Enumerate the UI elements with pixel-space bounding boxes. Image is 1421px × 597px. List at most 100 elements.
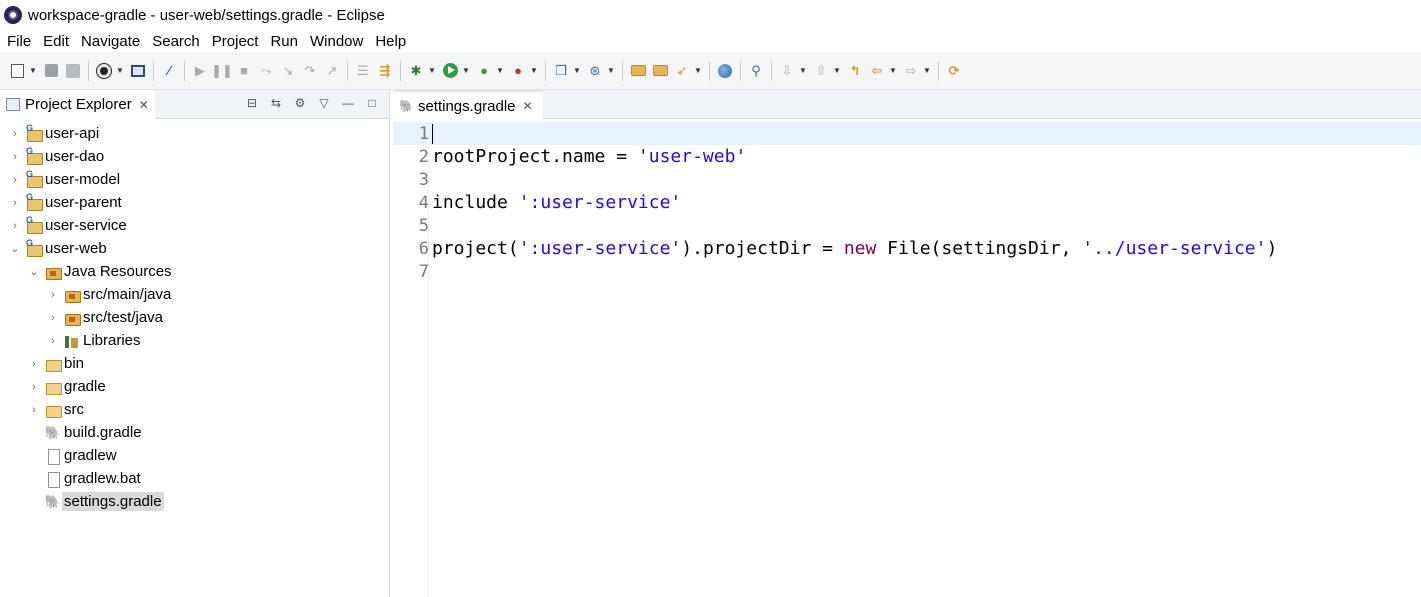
new-file-icon[interactable] (8, 62, 26, 80)
menu-file[interactable]: File (2, 33, 36, 50)
tree-item-bin[interactable]: › bin (27, 352, 84, 375)
account-icon[interactable] (95, 62, 113, 80)
expand-chevron-icon[interactable]: › (46, 334, 60, 348)
code-line[interactable]: 3 (393, 168, 1421, 191)
new-dropdown-chevron-icon[interactable]: ▼ (28, 62, 38, 80)
expand-chevron-icon[interactable]: › (27, 403, 41, 417)
next-annotation-dropdown-chevron-icon[interactable]: ▼ (798, 62, 808, 80)
tree-item-java-resources[interactable]: ⌄ Java Resources (27, 260, 171, 283)
terminal-icon[interactable] (129, 62, 147, 80)
forward-icon[interactable]: ⇨ (902, 62, 920, 80)
filter-icon[interactable]: ⚙ (293, 96, 307, 110)
pin-editor-icon[interactable]: ⟳ (945, 62, 963, 80)
tree-item-src[interactable]: › src (27, 398, 84, 421)
terminate-icon[interactable]: ■ (235, 62, 253, 80)
tree-item-gradle[interactable]: › gradle (27, 375, 106, 398)
quick-launch-icon[interactable]: ➶ (673, 62, 691, 80)
previous-annotation-dropdown-chevron-icon[interactable]: ▼ (832, 62, 842, 80)
back-dropdown-chevron-icon[interactable]: ▼ (888, 62, 898, 80)
expand-chevron-icon[interactable]: › (46, 311, 60, 325)
search-icon[interactable]: ⚲ (747, 62, 765, 80)
code-line[interactable]: 2 rootProject.name = 'user-web' (393, 145, 1421, 168)
step-into-icon[interactable]: ↘ (279, 62, 297, 80)
link-with-editor-icon[interactable]: ⇆ (269, 96, 283, 110)
minimize-icon[interactable]: — (341, 96, 355, 110)
tree-item-src-main-java[interactable]: › src/main/java (46, 283, 171, 306)
tree-item-user-api[interactable]: › user-api (8, 122, 99, 145)
debug-dropdown-chevron-icon[interactable]: ▼ (427, 62, 437, 80)
save-all-icon[interactable] (64, 62, 82, 80)
open-type-icon[interactable] (629, 62, 647, 80)
step-return-icon[interactable]: ↗ (323, 62, 341, 80)
web-browser-icon[interactable] (716, 62, 734, 80)
menu-run[interactable]: Run (265, 33, 303, 50)
code-editor[interactable]: 1 2 rootProject.name = 'user-web' 3 4 in… (393, 122, 1421, 597)
open-task-icon[interactable] (651, 62, 669, 80)
last-edit-location-icon[interactable]: ↰ (846, 62, 864, 80)
new-java-project-icon[interactable]: ❒ (552, 62, 570, 80)
collapse-chevron-icon[interactable]: ⌄ (8, 242, 22, 256)
back-icon[interactable]: ⇦ (868, 62, 886, 80)
tab-project-explorer[interactable]: Project Explorer ✕ (0, 90, 155, 119)
step-over-icon[interactable]: ↷ (301, 62, 319, 80)
expand-chevron-icon[interactable]: › (46, 288, 60, 302)
run-dropdown-chevron-icon[interactable]: ▼ (461, 62, 471, 80)
drop-to-frame-icon[interactable]: ⇶ (376, 62, 394, 80)
debug-icon[interactable]: ✱ (407, 62, 425, 80)
maximize-icon[interactable]: □ (365, 96, 379, 110)
menu-help[interactable]: Help (370, 33, 411, 50)
code-line[interactable]: 6 project(':user-service').projectDir = … (393, 237, 1421, 260)
resume-icon[interactable]: ▶ (191, 62, 209, 80)
tree-item-gradlew-bat[interactable]: gradlew.bat (27, 467, 141, 490)
tree-item-libraries[interactable]: › Libraries (46, 329, 140, 352)
tree-item-user-parent[interactable]: › user-parent (8, 191, 122, 214)
quick-launch-dropdown-chevron-icon[interactable]: ▼ (693, 62, 703, 80)
view-menu-chevron-icon[interactable]: ▽ (317, 96, 331, 110)
code-line[interactable]: 4 include ':user-service' (393, 191, 1421, 214)
next-annotation-icon[interactable]: ⇩ (778, 62, 796, 80)
tree-item-gradlew[interactable]: gradlew (27, 444, 117, 467)
run-icon[interactable] (441, 62, 459, 80)
menu-navigate[interactable]: Navigate (76, 33, 145, 50)
expand-chevron-icon[interactable]: › (8, 150, 22, 164)
menu-edit[interactable]: Edit (38, 33, 74, 50)
save-icon[interactable] (42, 62, 60, 80)
menu-search[interactable]: Search (147, 33, 205, 50)
previous-annotation-icon[interactable]: ⇧ (812, 62, 830, 80)
external-tools-dropdown-chevron-icon[interactable]: ▼ (529, 62, 539, 80)
menu-project[interactable]: Project (207, 33, 264, 50)
tab-settings-gradle[interactable]: 🐘 settings.gradle ✕ (393, 90, 543, 120)
use-step-filters-icon[interactable]: ☰ (354, 62, 372, 80)
new-java-project-dropdown-chevron-icon[interactable]: ▼ (572, 62, 582, 80)
tree-item-user-dao[interactable]: › user-dao (8, 145, 104, 168)
expand-chevron-icon[interactable]: › (27, 380, 41, 394)
expand-chevron-icon[interactable]: › (27, 357, 41, 371)
suspend-icon[interactable]: ❚❚ (211, 62, 233, 80)
code-line[interactable]: 7 (393, 260, 1421, 283)
disconnect-icon[interactable]: ⤳ (257, 62, 275, 80)
new-java-class-dropdown-chevron-icon[interactable]: ▼ (606, 62, 616, 80)
expand-chevron-icon[interactable]: › (8, 196, 22, 210)
tree-item-build-gradle[interactable]: 🐘 build.gradle (27, 421, 142, 444)
new-java-class-icon[interactable]: ⊛ (586, 62, 604, 80)
tree-item-src-test-java[interactable]: › src/test/java (46, 306, 163, 329)
account-dropdown-chevron-icon[interactable]: ▼ (115, 62, 125, 80)
skip-breakpoints-icon[interactable]: ⁄ (160, 62, 178, 80)
tree-item-settings-gradle[interactable]: 🐘 settings.gradle (27, 490, 164, 513)
expand-chevron-icon[interactable]: › (8, 173, 22, 187)
code-line[interactable]: 5 (393, 214, 1421, 237)
coverage-dropdown-chevron-icon[interactable]: ▼ (495, 62, 505, 80)
tree-item-user-web[interactable]: ⌄ user-web (8, 237, 106, 260)
close-icon[interactable]: ✕ (523, 99, 533, 113)
expand-chevron-icon[interactable]: › (8, 219, 22, 233)
code-line[interactable]: 1 (393, 122, 1421, 145)
external-tools-icon[interactable]: ● (509, 62, 527, 80)
collapse-all-icon[interactable]: ⊟ (245, 96, 259, 110)
tree-item-user-model[interactable]: › user-model (8, 168, 120, 191)
collapse-chevron-icon[interactable]: ⌄ (27, 265, 41, 279)
coverage-icon[interactable]: ● (475, 62, 493, 80)
forward-dropdown-chevron-icon[interactable]: ▼ (922, 62, 932, 80)
tree-item-user-service[interactable]: › user-service (8, 214, 127, 237)
expand-chevron-icon[interactable]: › (8, 127, 22, 141)
menu-window[interactable]: Window (305, 33, 368, 50)
